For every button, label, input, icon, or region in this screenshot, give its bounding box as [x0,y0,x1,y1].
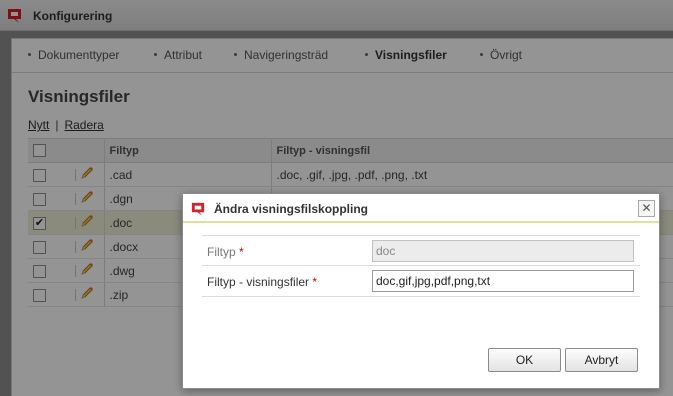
filetype-label: Filtyp * [207,245,244,259]
close-icon[interactable]: ✕ [638,200,655,217]
filetype-field [372,240,634,262]
filetype-row: Filtyp * [202,235,640,266]
viewfiles-field[interactable] [372,270,634,292]
required-mark: * [312,275,318,289]
cancel-button[interactable]: Avbryt [565,348,638,372]
required-mark: * [239,245,244,259]
viewfiles-label: Filtyp - visningsfiler * [207,275,318,289]
edit-dialog: Ändra visningsfilskoppling ✕ Filtyp * Fi… [182,193,660,389]
dialog-title: Ändra visningsfilskoppling [214,202,369,216]
ok-button[interactable]: OK [488,348,561,372]
dialog-header: Ändra visningsfilskoppling ✕ [183,194,659,223]
app-logo-icon [191,202,205,217]
viewfiles-row: Filtyp - visningsfiler * [202,266,640,297]
